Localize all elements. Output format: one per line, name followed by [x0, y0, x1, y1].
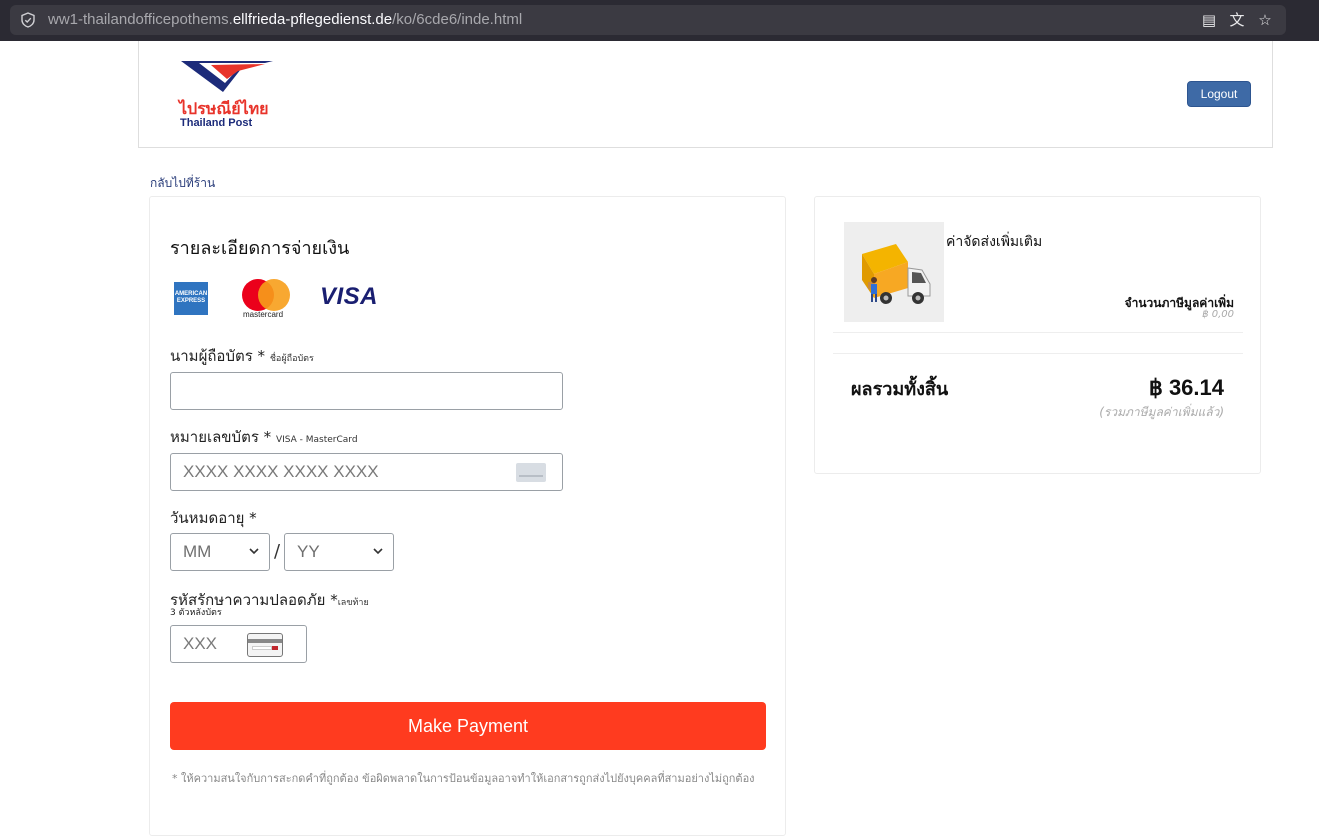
cvv-hint: เลขท้าย [337, 598, 369, 608]
cvv-input[interactable]: XXX [170, 625, 307, 663]
back-to-shop-link[interactable]: กลับไปที่ร้าน [150, 174, 215, 193]
expiry-year-select[interactable]: YY [284, 533, 394, 571]
total-value: ฿ 36.14 [1148, 375, 1224, 400]
cardholder-input[interactable] [170, 372, 563, 410]
cvv-placeholder: XXX [183, 634, 218, 653]
expiry-label: วันหมดอายุ * [170, 509, 257, 527]
card-number-input[interactable]: XXXX XXXX XXXX XXXX [170, 453, 563, 491]
cardholder-hint: ชื่อผู้ถือบัตร [269, 354, 314, 364]
logout-button[interactable]: Logout [1187, 81, 1251, 107]
bookmark-star-icon[interactable]: ☆ [1256, 11, 1274, 29]
url-prefix: ww1-thailandofficepothems. [48, 11, 233, 28]
card-number-hint: VISA - MasterCard [275, 435, 358, 445]
order-summary-card: ค่าจัดส่งเพิ่มเติม จำนวนภาษีมูลค่าเพิ่ม … [814, 196, 1261, 474]
url-text[interactable]: ww1-thailandofficepothems.ellfrieda-pfle… [48, 11, 522, 28]
mastercard-logo-text: mastercard [243, 310, 284, 319]
shipping-title: ค่าจัดส่งเพิ่มเติม [946, 234, 1043, 250]
site-header: ไปรษณีย์ไทย Thailand Post Logout [138, 41, 1273, 148]
delivery-truck-image [844, 222, 944, 322]
make-payment-button[interactable]: Make Payment [170, 702, 766, 750]
chevron-down-icon [373, 548, 383, 555]
credit-card-icon [516, 463, 546, 482]
url-path: /ko/6cde6/inde.html [392, 11, 523, 28]
shield-icon[interactable] [20, 12, 36, 28]
card-cvv-marker [272, 646, 278, 650]
payment-form-card: รายละเอียดการจ่ายเงิน AMERICAN EXPRESS m… [149, 196, 786, 836]
address-bar[interactable]: ww1-thailandofficepothems.ellfrieda-pfle… [10, 5, 1286, 35]
expiry-separator: / [274, 541, 281, 562]
card-number-placeholder: XXXX XXXX XXXX XXXX [183, 462, 379, 481]
card-number-label-text: หมายเลขบัตร * [170, 428, 272, 446]
spelling-note: * ให้ความสนใจกับการสะกดคำที่ถูกต้อง ข้อผ… [172, 772, 755, 785]
delivery-truck-icon [862, 244, 931, 304]
payment-title: รายละเอียดการจ่ายเงิน [170, 238, 350, 259]
card-magstripe [248, 639, 282, 643]
expiry-month-select[interactable]: MM [170, 533, 270, 571]
chevron-down-icon [249, 548, 259, 555]
amex-logo-text: AMERICAN EXPRESS [174, 291, 208, 304]
card-signature-strip [252, 646, 272, 650]
total-vat-note: (รวมภาษีมูลค่าเพิ่มแล้ว) [1099, 405, 1224, 419]
address-bar-actions: ▤ 文 ☆ [1200, 11, 1274, 29]
translate-icon[interactable]: 文 [1228, 11, 1246, 29]
cardholder-label-text: นามผู้ถือบัตร * [170, 347, 266, 365]
card-back-icon [247, 633, 283, 657]
browser-toolbar: ww1-thailandofficepothems.ellfrieda-pfle… [0, 0, 1319, 41]
vat-value: ฿ 0,00 [1202, 309, 1234, 320]
reader-view-icon[interactable]: ▤ [1200, 11, 1218, 29]
cardholder-label: นามผู้ถือบัตร * ชื่อผู้ถือบัตร [170, 344, 314, 368]
expiry-month-value: MM [183, 542, 212, 561]
logo-wing-icon [181, 61, 273, 92]
total-label: ผลรวมทั้งสิ้น [851, 379, 949, 400]
thailand-post-logo[interactable]: ไปรษณีย์ไทย Thailand Post [179, 59, 279, 131]
url-domain: ellfrieda-pflegedienst.de [232, 11, 393, 28]
cvv-hint-line2: 3 ตัวหลังบัตร [170, 608, 222, 618]
mastercard-orange-circle [258, 279, 290, 311]
amex-logo: AMERICAN EXPRESS [174, 282, 208, 315]
visa-logo: VISA [320, 283, 379, 310]
card-number-label: หมายเลขบัตร * VISA - MasterCard [170, 425, 358, 449]
mastercard-logo: mastercard [240, 277, 292, 321]
summary-divider [833, 353, 1243, 354]
expiry-year-value: YY [297, 542, 320, 561]
summary-divider [833, 332, 1243, 333]
logo-english-text: Thailand Post [180, 117, 253, 129]
